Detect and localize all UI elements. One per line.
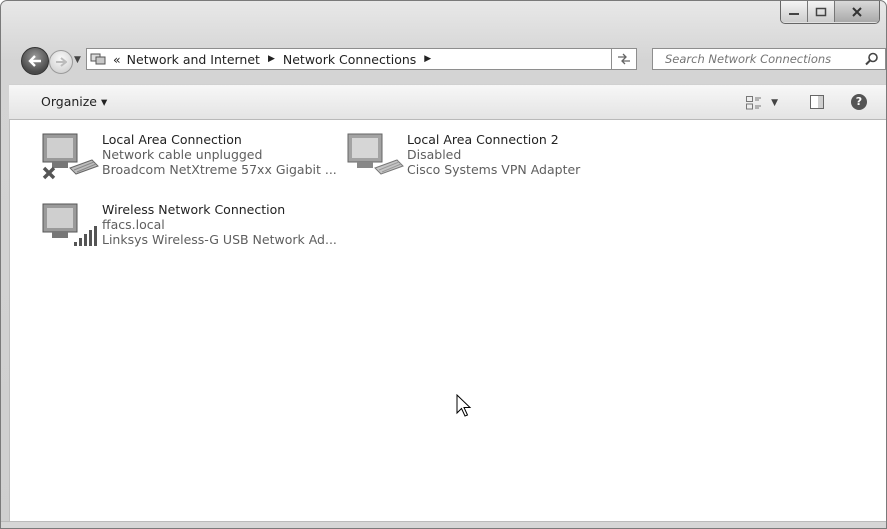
refresh-button[interactable] xyxy=(611,48,637,70)
adapter-name: Broadcom NetXtreme 57xx Gigabit ... xyxy=(102,162,337,177)
connection-status: Disabled xyxy=(407,147,462,162)
back-arrow-icon xyxy=(28,55,41,67)
maximize-button[interactable] xyxy=(808,1,835,22)
list-item[interactable]: Local Area Connection Network cable unpl… xyxy=(40,132,337,188)
list-item[interactable]: Wireless Network Connection ffacs.local … xyxy=(40,202,337,258)
connections-list: Local Area Connection Network cable unpl… xyxy=(9,120,886,521)
close-button[interactable] xyxy=(835,1,879,22)
views-button[interactable]: ▼ xyxy=(746,95,778,111)
address-overflow-button[interactable]: « xyxy=(113,52,121,67)
mouse-pointer-icon xyxy=(456,394,472,417)
disconnected-x-icon xyxy=(42,166,56,180)
status-bar xyxy=(1,521,886,528)
signal-strength-icon xyxy=(74,226,97,246)
back-button[interactable] xyxy=(21,47,49,75)
forward-button[interactable] xyxy=(49,50,73,74)
maximize-icon xyxy=(815,7,827,16)
search-input[interactable] xyxy=(663,51,867,67)
connection-status: ffacs.local xyxy=(102,217,165,232)
close-icon xyxy=(852,6,862,17)
preview-pane-icon[interactable] xyxy=(809,94,825,110)
breadcrumb-network-connections[interactable]: Network Connections xyxy=(283,52,416,67)
adapter-name: Cisco Systems VPN Adapter xyxy=(407,162,581,177)
minimize-icon xyxy=(789,12,799,15)
explorer-window: ▼ « Network and Internet ▶ Network Conne… xyxy=(0,0,887,529)
network-adapter-icon xyxy=(345,132,407,188)
breadcrumb-separator-icon[interactable]: ▶ xyxy=(268,54,275,64)
command-bar: Organize ▾ ▼ ? xyxy=(9,84,886,120)
connection-status: Network cable unplugged xyxy=(102,147,263,162)
search-box[interactable] xyxy=(652,48,886,70)
help-button[interactable]: ? xyxy=(851,94,867,110)
forward-arrow-icon xyxy=(56,57,67,67)
address-bar[interactable]: « Network and Internet ▶ Network Connect… xyxy=(86,48,636,70)
address-row: ▼ « Network and Internet ▶ Network Conne… xyxy=(1,41,886,77)
minimize-button[interactable] xyxy=(781,1,808,22)
views-icon xyxy=(746,96,761,110)
connection-name: Wireless Network Connection xyxy=(102,202,286,217)
network-adapter-icon xyxy=(40,132,102,188)
breadcrumb-network-and-internet[interactable]: Network and Internet xyxy=(127,52,260,67)
recent-pages-dropdown[interactable]: ▼ xyxy=(74,55,81,65)
connection-name: Local Area Connection xyxy=(102,132,242,147)
connection-name: Local Area Connection 2 xyxy=(407,132,559,147)
adapter-name: Linksys Wireless-G USB Network Ad... xyxy=(102,232,337,247)
wireless-adapter-icon xyxy=(40,202,102,258)
refresh-icon xyxy=(618,53,630,65)
organize-menu-button[interactable]: Organize ▾ xyxy=(41,94,107,109)
list-item[interactable]: Local Area Connection 2 Disabled Cisco S… xyxy=(345,132,580,188)
breadcrumb-separator-icon[interactable]: ▶ xyxy=(424,54,431,64)
views-dropdown-icon[interactable]: ▼ xyxy=(771,98,778,108)
search-icon[interactable] xyxy=(865,52,879,66)
caption-buttons xyxy=(780,1,880,24)
network-folder-icon xyxy=(90,53,106,65)
